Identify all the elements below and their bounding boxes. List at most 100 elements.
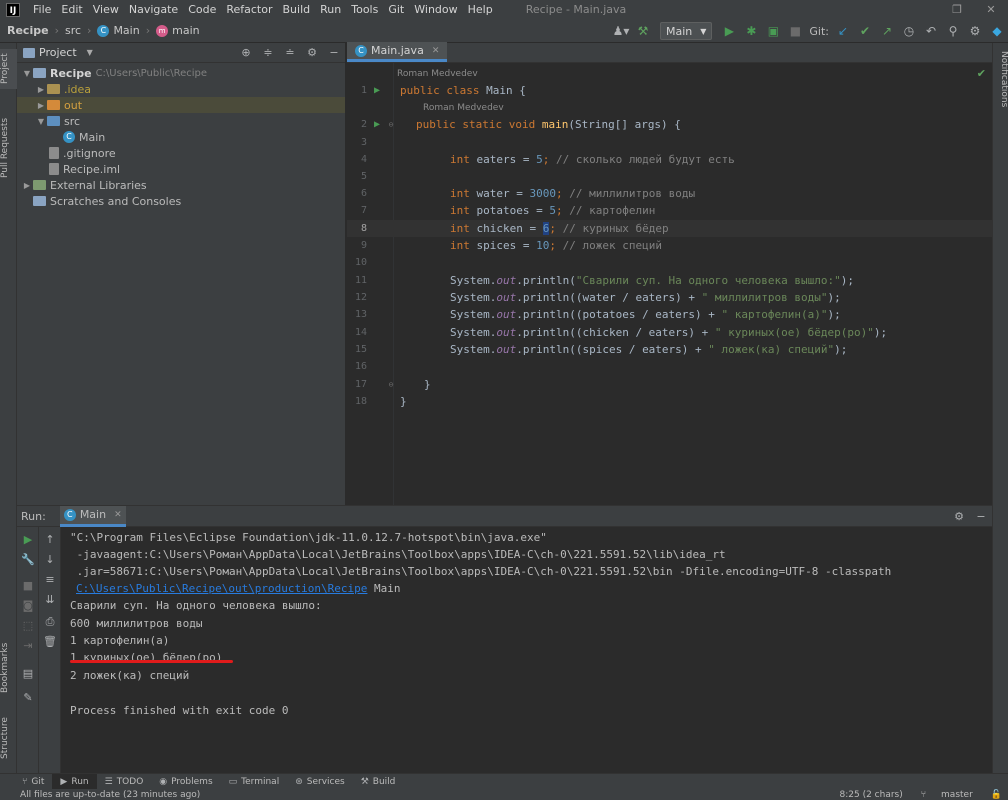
- lock-icon[interactable]: 🔓: [985, 790, 1008, 800]
- tree-item-main[interactable]: C Main: [17, 129, 345, 145]
- trash-icon[interactable]: 🗑: [39, 635, 61, 648]
- bookmarks-tool-tab[interactable]: Bookmarks: [0, 637, 17, 699]
- breadcrumb-src[interactable]: src: [62, 24, 84, 37]
- breadcrumb-main-method[interactable]: m main: [153, 24, 202, 37]
- scroll-to-end-icon[interactable]: ⇊: [39, 593, 61, 606]
- tree-item-idea[interactable]: ▶ .idea: [17, 81, 345, 97]
- run-configuration-select[interactable]: Main ▼: [659, 22, 713, 40]
- stop-icon[interactable]: ■: [784, 21, 806, 41]
- caret-position[interactable]: 8:25 (2 chars): [834, 790, 909, 800]
- expand-all-icon[interactable]: ≑: [257, 46, 279, 59]
- breadcrumb-main-class[interactable]: C Main: [94, 24, 142, 37]
- run-icon[interactable]: ▶: [718, 21, 740, 41]
- menu-file[interactable]: File: [28, 3, 56, 16]
- menu-git[interactable]: Git: [383, 3, 409, 16]
- tree-item-recipe-iml[interactable]: Recipe.iml: [17, 161, 345, 177]
- breadcrumb-project[interactable]: Recipe: [0, 24, 52, 37]
- hide-panel-icon[interactable]: −: [323, 46, 345, 59]
- project-tool-tab[interactable]: Project: [0, 49, 17, 89]
- classpath-link[interactable]: C:\Users\Public\Recipe\out\production\Re…: [76, 582, 367, 595]
- menu-navigate[interactable]: Navigate: [124, 3, 183, 16]
- inspection-ok-icon[interactable]: ✔: [977, 67, 986, 80]
- user-account-icon[interactable]: ♟▾: [610, 21, 632, 41]
- menu-edit[interactable]: Edit: [56, 3, 87, 16]
- hide-panel-icon[interactable]: −: [970, 510, 992, 523]
- console-output[interactable]: "C:\Program Files\Eclipse Foundation\jdk…: [70, 527, 990, 774]
- fold-icon[interactable]: ⊖: [384, 380, 398, 389]
- tree-item-src[interactable]: ▼ src: [17, 113, 345, 129]
- pin-icon[interactable]: ✎: [17, 691, 39, 704]
- run-gutter-icon[interactable]: ▶: [370, 85, 384, 96]
- menu-window[interactable]: Window: [409, 3, 462, 16]
- git-history-icon[interactable]: ◷: [898, 21, 920, 41]
- debug-icon[interactable]: ✱: [740, 21, 762, 41]
- tool-tab-git[interactable]: ⑂ Git: [0, 774, 52, 790]
- collapse-all-icon[interactable]: ≐: [279, 46, 301, 59]
- run-tab-main[interactable]: C Main ✕: [59, 505, 126, 527]
- run-settings-gear-icon[interactable]: ⚙: [948, 510, 970, 523]
- git-update-icon[interactable]: ↙: [832, 21, 854, 41]
- arrow-down-icon[interactable]: ↓: [39, 553, 61, 566]
- tool-tab-todo[interactable]: ☰ TODO: [97, 774, 152, 790]
- run-gutter-icon[interactable]: ▶: [370, 119, 384, 130]
- tool-tab-problems[interactable]: ◉ Problems: [151, 774, 220, 790]
- close-tab-icon[interactable]: ✕: [114, 510, 122, 520]
- restore-window-icon[interactable]: ❐: [940, 3, 974, 16]
- chevron-down-icon[interactable]: ▼: [87, 48, 93, 57]
- git-branch-widget[interactable]: ⑂ master: [909, 790, 985, 800]
- tool-tab-label: Git: [31, 776, 45, 787]
- code-string: " картофелин(а)": [721, 308, 828, 321]
- git-commit-icon[interactable]: ✔: [854, 21, 876, 41]
- menu-build[interactable]: Build: [278, 3, 316, 16]
- print-icon[interactable]: ⎙: [39, 615, 61, 629]
- code-area[interactable]: Roman Medvedev 1 ▶ public class Main { R…: [347, 63, 992, 505]
- menu-code[interactable]: Code: [183, 3, 221, 16]
- camera-icon[interactable]: ◙: [17, 599, 39, 612]
- wrench-icon[interactable]: 🔧: [17, 553, 39, 566]
- notifications-tool-tab[interactable]: Notifications: [993, 51, 1008, 107]
- structure-tool-tab[interactable]: Structure: [0, 708, 17, 768]
- rerun-icon[interactable]: ▶: [17, 533, 39, 546]
- menu-refactor[interactable]: Refactor: [221, 3, 277, 16]
- tab-main-java[interactable]: C Main.java ✕: [347, 42, 448, 62]
- status-message[interactable]: All files are up-to-date (23 minutes ago…: [0, 790, 200, 800]
- tool-tab-run[interactable]: ▶ Run: [52, 773, 97, 790]
- soft-wrap-icon[interactable]: ≡: [39, 573, 61, 586]
- tree-item-external-libraries[interactable]: ▶ External Libraries: [17, 177, 345, 193]
- options-gear-icon[interactable]: ⚙: [301, 46, 323, 59]
- git-push-icon[interactable]: ↗: [876, 21, 898, 41]
- code-author-hint[interactable]: Roman Medvedev: [423, 99, 504, 116]
- code-author-hint[interactable]: Roman Medvedev: [397, 65, 478, 82]
- tree-item-recipe[interactable]: ▼ Recipe C:\Users\Public\Recipe: [17, 65, 345, 81]
- git-rollback-icon[interactable]: ↶: [920, 21, 942, 41]
- restore-layout-icon[interactable]: ⬚: [17, 619, 39, 632]
- build-hammer-icon[interactable]: ⚒: [632, 21, 654, 41]
- pull-requests-tool-tab[interactable]: Pull Requests: [0, 103, 17, 193]
- arrow-up-icon[interactable]: ↑: [39, 533, 61, 546]
- close-tab-icon[interactable]: ✕: [432, 46, 440, 56]
- menu-view[interactable]: View: [88, 3, 124, 16]
- tree-item-out[interactable]: ▶ out: [17, 97, 345, 113]
- menu-run[interactable]: Run: [315, 3, 346, 16]
- build-hammer-icon: ⚒: [360, 776, 369, 787]
- exit-icon[interactable]: ⇥: [17, 639, 39, 652]
- tool-tab-terminal[interactable]: ▭ Terminal: [221, 774, 288, 790]
- tool-tab-build[interactable]: ⚒ Build: [353, 774, 404, 790]
- menu-tools[interactable]: Tools: [346, 3, 383, 16]
- layout-icon[interactable]: ▤: [17, 667, 39, 680]
- locate-file-icon[interactable]: ⊕: [235, 46, 257, 59]
- stop-icon[interactable]: ■: [17, 579, 39, 592]
- fold-icon[interactable]: ⊖: [384, 120, 398, 129]
- coverage-icon[interactable]: ▣: [762, 21, 784, 41]
- search-icon[interactable]: ⚲: [942, 21, 964, 41]
- tree-item-scratches[interactable]: Scratches and Consoles: [17, 193, 345, 209]
- code-text: int chicken = 6; // куриных бёдер: [450, 222, 669, 235]
- toolbox-logo-icon[interactable]: ◆: [986, 21, 1008, 41]
- tool-tab-services[interactable]: ⊛ Services: [287, 774, 353, 790]
- project-view-select[interactable]: Project: [39, 46, 77, 59]
- code-text: System.out.println("Сварили суп. На одно…: [450, 274, 854, 287]
- menu-help[interactable]: Help: [463, 3, 498, 16]
- settings-gear-icon[interactable]: ⚙: [964, 21, 986, 41]
- close-window-icon[interactable]: ✕: [974, 3, 1008, 16]
- tree-item-gitignore[interactable]: .gitignore: [17, 145, 345, 161]
